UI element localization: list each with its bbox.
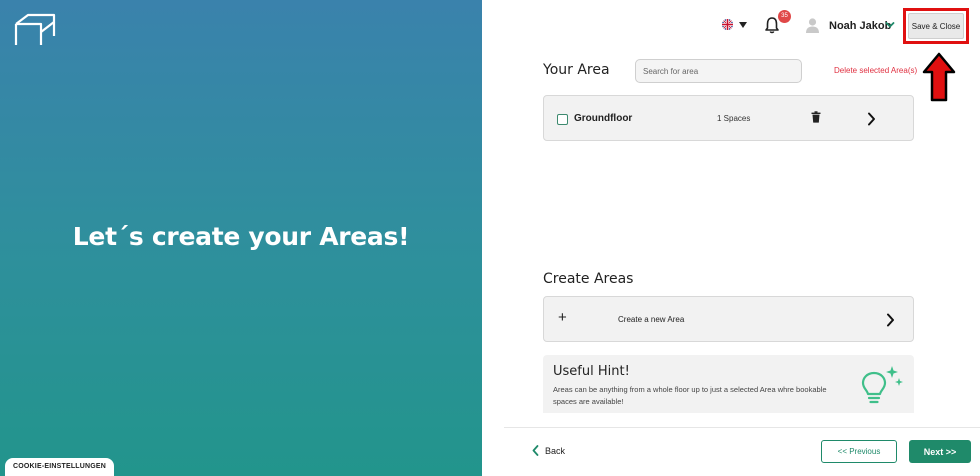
save-close-highlight: Save & Close <box>903 8 969 44</box>
notification-badge: 35 <box>778 10 791 23</box>
area-checkbox[interactable] <box>557 114 568 125</box>
hint-title: Useful Hint! <box>553 364 630 379</box>
plus-icon: + <box>558 309 567 326</box>
hero-title: Let´s create your Areas! <box>72 222 410 251</box>
delete-selected-areas-link[interactable]: Delete selected Area(s) <box>834 66 917 75</box>
create-areas-title: Create Areas <box>543 271 634 287</box>
trash-icon[interactable] <box>811 111 821 123</box>
chevron-left-icon <box>532 445 539 456</box>
logo-icon <box>14 13 56 45</box>
back-button[interactable]: Back <box>532 445 565 456</box>
footer-divider <box>504 427 980 428</box>
previous-button[interactable]: << Previous <box>821 440 897 463</box>
chevron-right-icon <box>887 313 894 327</box>
create-new-area-label: Create a new Area <box>618 315 685 324</box>
hint-text: Areas can be anything from a whole floor… <box>553 385 827 406</box>
create-new-area-button[interactable]: + Create a new Area <box>543 296 914 342</box>
save-close-button[interactable]: Save & Close <box>908 13 964 39</box>
next-button[interactable]: Next >> <box>909 440 971 463</box>
language-selector[interactable] <box>722 19 747 30</box>
back-label: Back <box>545 445 566 456</box>
left-panel: Let´s create your Areas! COOKIE-EINSTELL… <box>0 0 482 476</box>
red-arrow-icon <box>922 52 956 102</box>
caret-down-icon <box>739 21 747 28</box>
search-area-input[interactable] <box>635 59 802 83</box>
cookie-settings-button[interactable]: COOKIE-EINSTELLUNGEN <box>5 458 115 476</box>
user-avatar-icon[interactable] <box>805 17 820 33</box>
chevron-right-icon[interactable] <box>867 112 876 126</box>
area-name: Groundfloor <box>574 113 633 124</box>
area-row[interactable]: Groundfloor 1 Spaces <box>543 95 914 141</box>
area-spaces-count: 1 Spaces <box>717 114 751 123</box>
your-area-title: Your Area <box>543 62 610 78</box>
lightbulb-icon <box>861 366 903 404</box>
right-panel: 35 Noah Jakob Save & Close Your Area Del… <box>482 0 980 476</box>
chevron-down-icon[interactable] <box>885 20 895 30</box>
uk-flag-icon <box>722 19 733 30</box>
user-name[interactable]: Noah Jakob <box>829 20 891 32</box>
useful-hint-card: Useful Hint! Areas can be anything from … <box>543 355 914 413</box>
